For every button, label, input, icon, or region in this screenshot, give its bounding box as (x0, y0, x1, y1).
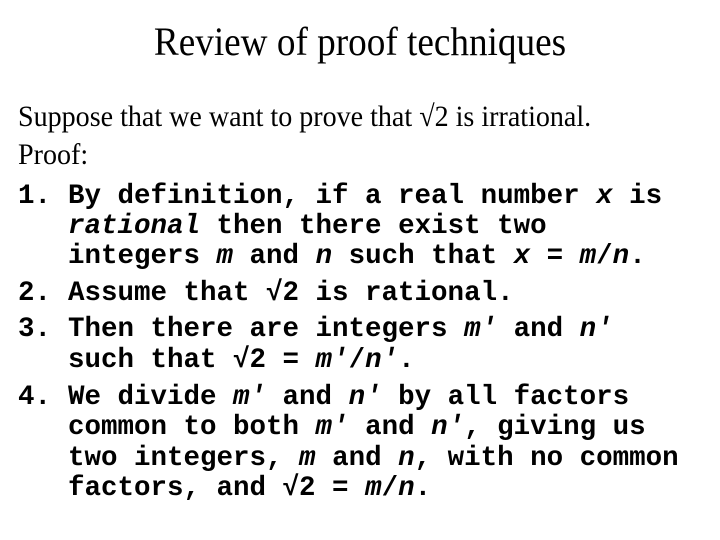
proof-step-2: 2. Assume that √2 is rational. (18, 279, 514, 309)
step-text: and (266, 382, 349, 413)
step-text: = (530, 241, 580, 272)
proof-step-1-continuation: integers m and n such that x = m/n. (18, 242, 646, 272)
math-variable: m′ (315, 412, 349, 443)
math-variable: m (216, 241, 234, 272)
step-text: Then there are integers (68, 314, 465, 345)
step-text: factors, and √2 = (68, 473, 366, 504)
math-variable: rational (68, 211, 201, 242)
proof-step-4-continuation: factors, and √2 = m/n. (18, 474, 431, 504)
step-text: , with no common (414, 443, 679, 474)
math-variable: m (299, 443, 316, 474)
math-variable: n (398, 443, 415, 474)
step-number: 2. (18, 278, 52, 309)
math-variable: n′ (431, 412, 465, 443)
intro-text: Suppose that we want to prove that √2 is… (18, 98, 591, 174)
step-text: and (497, 314, 580, 345)
math-variable: m (579, 241, 597, 272)
math-variable: n′ (365, 345, 399, 376)
step-text: such that √2 = (68, 345, 316, 376)
proof-step-1-continuation: rational then there exist two (18, 212, 547, 242)
math-variable: x (513, 241, 531, 272)
math-variable: n′ (579, 314, 613, 345)
step-text: by all factors (381, 382, 630, 413)
proof-label: Proof: (18, 138, 89, 171)
step-text: . (414, 473, 432, 504)
math-variable: m (365, 473, 382, 504)
step-text: Assume that √2 is rational. (68, 278, 514, 309)
step-text: . (629, 241, 646, 272)
step-text: By definition, if a real number (68, 181, 597, 212)
proof-step-3-continuation: such that √2 = m′/n′. (18, 346, 415, 376)
math-variable: m′ (464, 314, 498, 345)
step-text: and (233, 241, 316, 272)
step-text: integers (68, 241, 217, 272)
proof-step-1: 1. By definition, if a real number x is (18, 182, 662, 212)
proof-step-3: 3. Then there are integers m′ and n′ (18, 315, 613, 345)
step-number: 4. (18, 382, 52, 413)
step-text: We divide (68, 382, 234, 413)
step-text: , giving us (464, 412, 646, 443)
math-variable: n (315, 241, 333, 272)
step-text: such that (332, 241, 514, 272)
step-text: and (348, 412, 432, 443)
step-number: 3. (18, 314, 52, 345)
step-text: . (398, 345, 415, 376)
step-text: common to both (68, 412, 316, 443)
step-text: then there exist two (200, 211, 547, 242)
step-text: and (315, 443, 399, 474)
intro-statement: Suppose that we want to prove that √2 is… (18, 100, 592, 133)
step-text: / (596, 241, 613, 272)
slide-title: Review of proof techniques (153, 19, 567, 64)
math-variable: n (398, 473, 415, 504)
step-text: / (348, 345, 366, 376)
step-text: is (612, 181, 663, 212)
math-variable: n (612, 241, 630, 272)
math-variable: x (596, 181, 613, 212)
proof-step-4-continuation: two integers, m and n, with no common (18, 444, 679, 474)
math-variable: m′ (233, 382, 267, 413)
proof-step-4-continuation: common to both m′ and n′, giving us (18, 413, 646, 443)
math-variable: m′ (315, 345, 349, 376)
step-number: 1. (18, 181, 52, 212)
step-text: / (381, 473, 399, 504)
math-variable: n′ (348, 382, 382, 413)
step-text: two integers, (68, 443, 300, 474)
proof-step-4: 4. We divide m′ and n′ by all factors (18, 383, 629, 413)
